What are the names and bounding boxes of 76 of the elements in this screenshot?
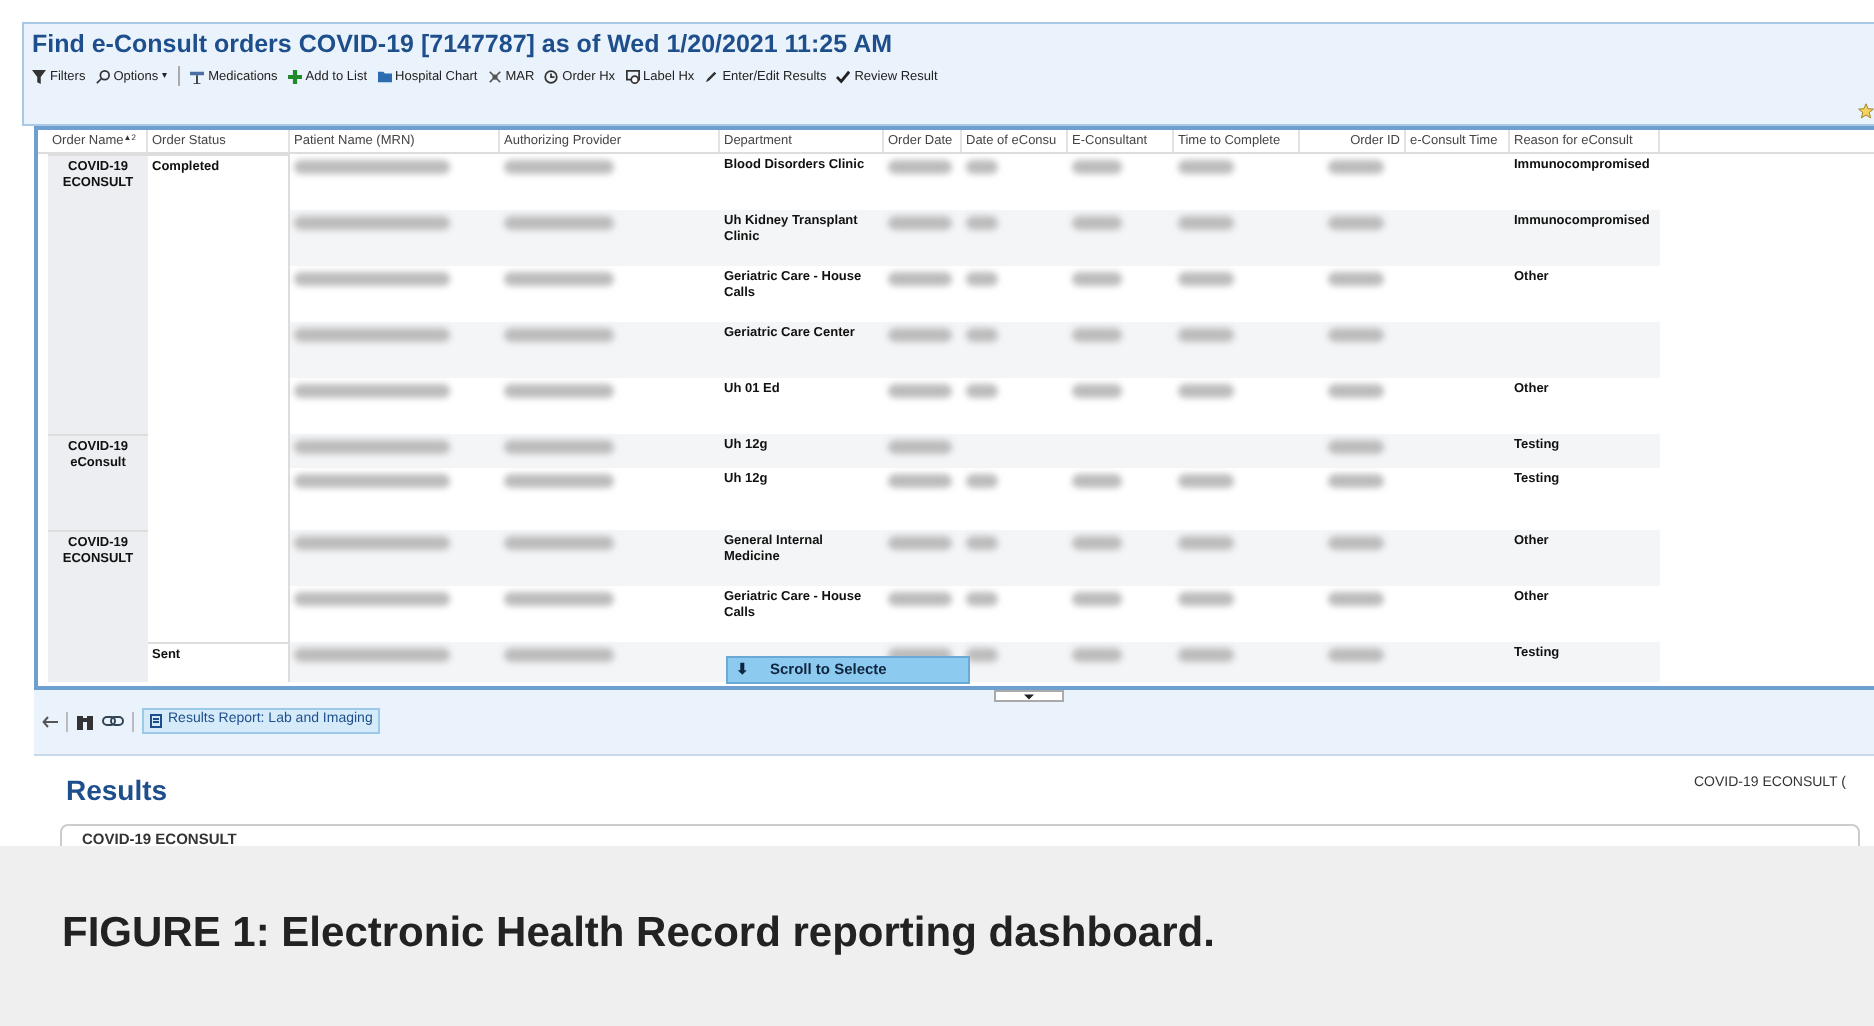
checkmark-icon bbox=[836, 69, 851, 83]
redacted-block bbox=[888, 384, 952, 398]
redacted-block bbox=[1178, 160, 1234, 174]
pencil-icon bbox=[704, 69, 719, 83]
redacted-block bbox=[1328, 328, 1384, 342]
redacted-block bbox=[1328, 216, 1384, 230]
redacted-block bbox=[1178, 592, 1234, 606]
redacted-block bbox=[1072, 384, 1122, 398]
redacted-block bbox=[888, 440, 952, 454]
redacted-block bbox=[1072, 592, 1122, 606]
redacted-block bbox=[504, 216, 614, 230]
redacted-block bbox=[1072, 160, 1122, 174]
figure-caption: FIGURE 1: Electronic Health Record reporting dashboard. bbox=[62, 908, 1217, 960]
redacted-block bbox=[966, 160, 998, 174]
redacted-block bbox=[1178, 216, 1234, 230]
redacted-block bbox=[1178, 474, 1234, 488]
redacted-block bbox=[1072, 272, 1122, 286]
redacted-block bbox=[504, 160, 614, 174]
document-icon bbox=[150, 714, 162, 728]
redacted-block bbox=[504, 474, 614, 488]
redacted-block bbox=[888, 160, 952, 174]
star-icon[interactable] bbox=[1858, 102, 1874, 120]
redacted-block bbox=[1178, 328, 1234, 342]
expand-handle[interactable] bbox=[994, 690, 1064, 702]
back-arrow-icon[interactable] bbox=[42, 715, 58, 727]
redacted-block bbox=[1072, 216, 1122, 230]
table-cell bbox=[48, 642, 148, 682]
table-cell bbox=[48, 468, 148, 530]
redacted-block bbox=[504, 328, 614, 342]
redacted-block bbox=[1178, 272, 1234, 286]
redacted-block bbox=[1328, 160, 1384, 174]
redacted-block bbox=[1328, 474, 1384, 488]
caret-icon bbox=[1024, 693, 1034, 699]
redacted-block bbox=[966, 474, 998, 488]
redacted-block bbox=[1178, 648, 1234, 662]
clock-icon bbox=[544, 69, 559, 83]
binoculars-icon[interactable] bbox=[76, 713, 94, 729]
redacted-block bbox=[966, 384, 998, 398]
redacted-block bbox=[1328, 648, 1384, 662]
redacted-block bbox=[504, 440, 614, 454]
redacted-block bbox=[1328, 384, 1384, 398]
redacted-block bbox=[888, 474, 952, 488]
results-heading: Results bbox=[66, 772, 168, 810]
filter-icon bbox=[32, 69, 46, 83]
redacted-block bbox=[504, 272, 614, 286]
plus-icon bbox=[287, 69, 302, 83]
table-cell bbox=[48, 378, 148, 434]
redacted-block bbox=[504, 384, 614, 398]
redacted-block bbox=[966, 536, 998, 550]
redacted-block bbox=[1328, 592, 1384, 606]
redacted-block bbox=[888, 592, 952, 606]
redacted-block bbox=[504, 648, 614, 662]
redacted-block bbox=[888, 216, 952, 230]
redacted-block bbox=[966, 328, 998, 342]
search-icon bbox=[95, 69, 110, 83]
redacted-block bbox=[1178, 536, 1234, 550]
redacted-block bbox=[966, 216, 998, 230]
redacted-block bbox=[888, 328, 952, 342]
link-icon[interactable] bbox=[102, 716, 124, 726]
redacted-block bbox=[1328, 536, 1384, 550]
redacted-block bbox=[1328, 272, 1384, 286]
redacted-block bbox=[1072, 648, 1122, 662]
window-title: Find e-Consult orders COVID-19 [7147787] as of Wed 1/20/2021 11:25 AM bbox=[32, 28, 895, 60]
redacted-block bbox=[966, 272, 998, 286]
redacted-block bbox=[1072, 536, 1122, 550]
redacted-block bbox=[966, 648, 998, 662]
redacted-block bbox=[966, 592, 998, 606]
redacted-block bbox=[1072, 474, 1122, 488]
redacted-block bbox=[1178, 384, 1234, 398]
redacted-block bbox=[1328, 440, 1384, 454]
redacted-block bbox=[1072, 328, 1122, 342]
redacted-block bbox=[504, 536, 614, 550]
redacted-block bbox=[888, 272, 952, 286]
redacted-block bbox=[504, 592, 614, 606]
redacted-block bbox=[888, 536, 952, 550]
folder-icon bbox=[377, 69, 392, 83]
